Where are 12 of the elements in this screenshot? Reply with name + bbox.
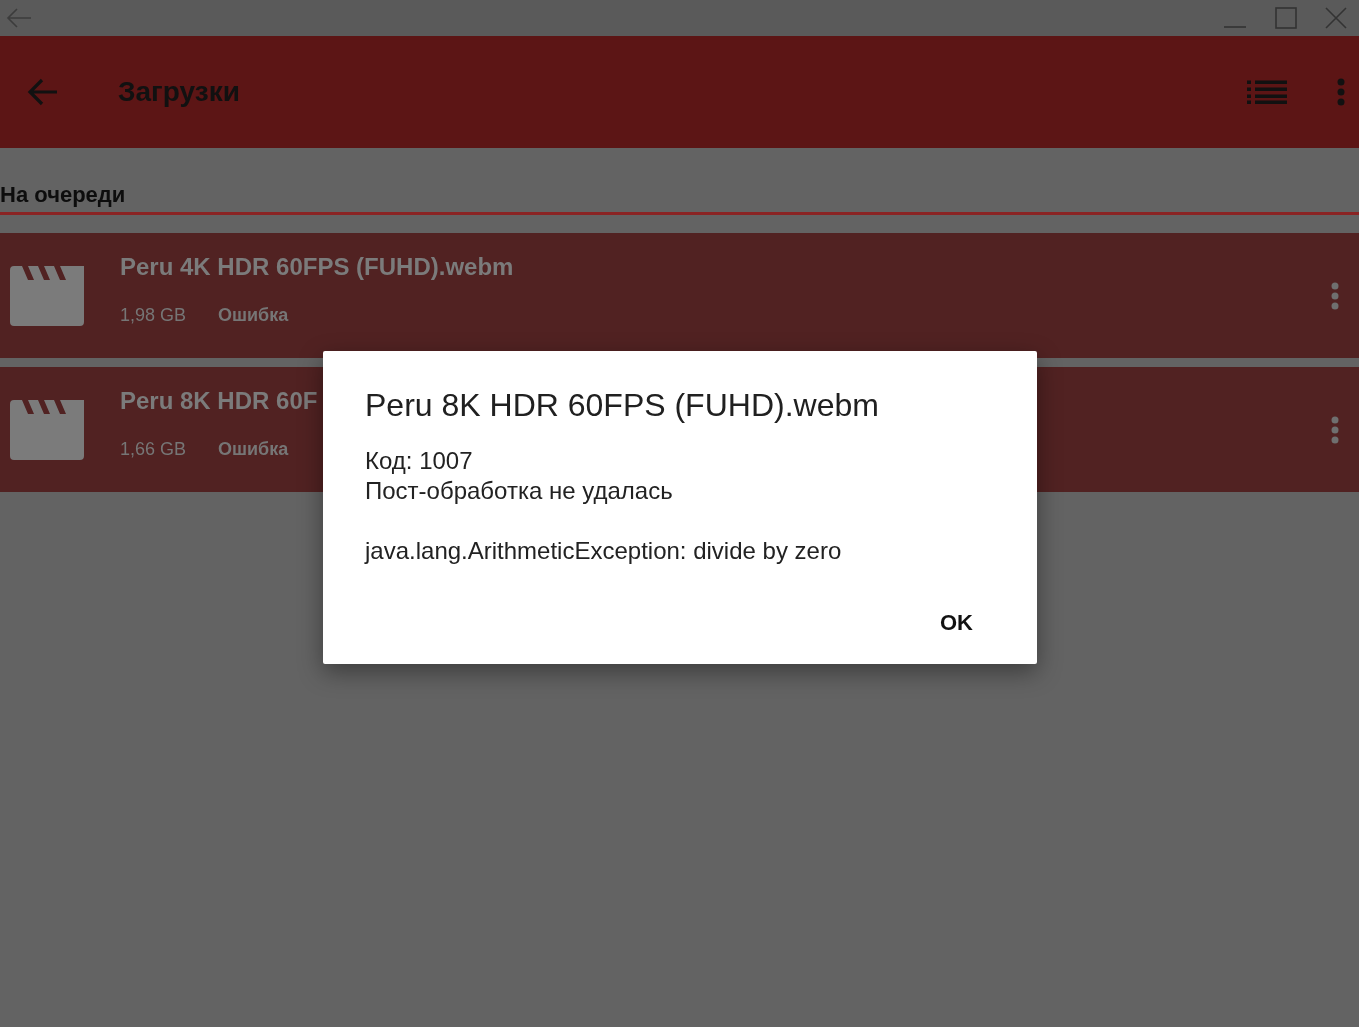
file-size: 1,98 GB <box>120 305 187 326</box>
error-detail: java.lang.ArithmeticException: divide by zero <box>365 536 843 566</box>
download-status: Ошибка <box>218 439 289 460</box>
dialog-title: Peru 8K HDR 60FPS (FUHD).webm <box>365 387 880 424</box>
file-name: Peru 4K HDR 60FPS (FUHD).webm <box>120 253 514 281</box>
file-name: Peru 8K HDR 60F <box>120 387 318 415</box>
download-status: Ошибка <box>218 305 289 326</box>
app-title: Загрузки <box>118 76 241 108</box>
error-code: Код: 1007 <box>365 446 474 476</box>
file-size: 1,66 GB <box>120 439 187 460</box>
error-message: Пост-обработка не удалась <box>365 476 674 506</box>
section-header: На очереди <box>0 182 127 209</box>
